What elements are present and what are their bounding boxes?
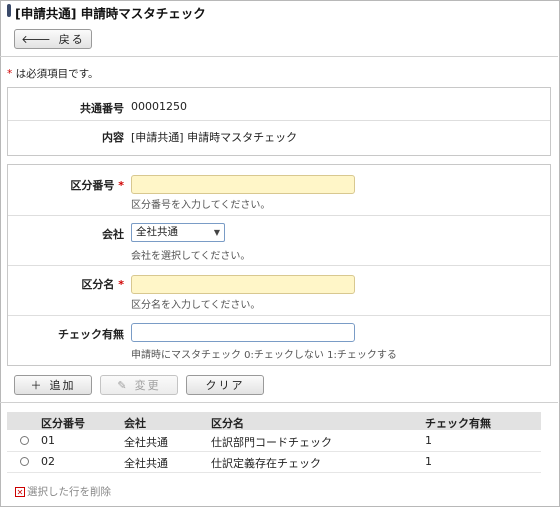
kubun-no-label: 区分番号 * — [70, 177, 124, 193]
check-label: チェック有無 — [58, 328, 124, 341]
row-radio[interactable] — [20, 436, 29, 445]
change-button-label: 変更 — [134, 379, 161, 392]
kubun-no-hint: 区分番号を入力してください。 — [131, 200, 271, 211]
cell-kubun-no: 01 — [41, 434, 55, 447]
header-kubun-no: 区分番号 — [41, 417, 85, 430]
check-hint: 申請時にマスタチェック 0:チェックしない 1:チェックする — [131, 350, 397, 361]
table-row[interactable]: 02 全社共通 仕訳定義存在チェック 1 — [7, 452, 541, 473]
required-note-text: は必須項目です。 — [12, 68, 99, 80]
row-divider — [8, 215, 550, 216]
clear-button-label: クリア — [205, 379, 245, 392]
delete-icon: ✕ — [15, 486, 25, 497]
cell-check: 1 — [425, 434, 432, 447]
info-panel: 共通番号 00001250 内容 [申請共通] 申請時マスタチェック — [7, 87, 551, 156]
plus-icon: ＋ — [30, 379, 42, 392]
id-value: 00001250 — [131, 100, 187, 113]
cell-kubun-no: 02 — [41, 455, 55, 468]
kubun-name-hint: 区分名を入力してください。 — [131, 300, 261, 311]
back-button[interactable]: 🡐 戻る — [14, 29, 92, 49]
id-label: 共通番号 — [80, 102, 124, 115]
kubun-name-label: 区分名 * — [81, 276, 124, 292]
title-marker — [7, 4, 11, 17]
cell-check: 1 — [425, 455, 432, 468]
form-panel: 区分番号 * 区分番号を入力してください。 会社 全社共通 ▼ 会社を選択してく… — [7, 164, 551, 366]
company-select[interactable]: 全社共通 ▼ — [131, 223, 225, 242]
company-select-value: 全社共通 — [136, 226, 178, 238]
header-check: チェック有無 — [425, 417, 491, 430]
list-divider — [0, 402, 558, 403]
check-input[interactable] — [131, 323, 355, 342]
dropdown-arrow-icon: ▼ — [213, 228, 220, 237]
table-row[interactable]: 01 全社共通 仕訳部門コードチェック 1 — [7, 431, 541, 452]
delete-selected-button[interactable]: ✕ 選択した行を削除 — [15, 484, 111, 499]
row-divider — [8, 120, 550, 121]
cell-kubun-name: 仕訳部門コードチェック — [211, 436, 332, 449]
page-title: [申請共通] 申請時マスタチェック — [15, 6, 206, 21]
required-mark: * — [118, 179, 124, 192]
content-value: [申請共通] 申請時マスタチェック — [131, 131, 298, 144]
required-mark: * — [118, 278, 124, 291]
list-header: 区分番号 会社 区分名 チェック有無 — [7, 412, 541, 430]
delete-selected-label: 選択した行を削除 — [27, 486, 111, 498]
required-note: * は必須項目です。 — [7, 66, 99, 81]
change-button[interactable]: ✎ 変更 — [100, 375, 178, 395]
arrow-left-icon: 🡐 — [21, 33, 51, 46]
header-company: 会社 — [124, 417, 146, 430]
title-bar: [申請共通] 申請時マスタチェック — [0, 0, 558, 22]
pencil-icon: ✎ — [117, 378, 127, 392]
header-kubun-name: 区分名 — [211, 417, 244, 430]
company-hint: 会社を選択してください。 — [131, 251, 251, 262]
company-label: 会社 — [102, 228, 124, 241]
kubun-no-label-text: 区分番号 — [70, 179, 115, 192]
content-label: 内容 — [102, 131, 124, 144]
cell-company: 全社共通 — [124, 457, 168, 470]
kubun-name-input[interactable] — [131, 275, 355, 294]
toolbar-divider — [0, 56, 558, 57]
kubun-name-label-text: 区分名 — [81, 278, 115, 291]
row-divider — [8, 315, 550, 316]
add-button-label: 追加 — [49, 379, 76, 392]
clear-button[interactable]: クリア — [186, 375, 264, 395]
add-button[interactable]: ＋ 追加 — [14, 375, 92, 395]
cell-kubun-name: 仕訳定義存在チェック — [211, 457, 321, 470]
row-divider — [8, 265, 550, 266]
row-radio[interactable] — [20, 457, 29, 466]
cell-company: 全社共通 — [124, 436, 168, 449]
kubun-no-input[interactable] — [131, 175, 355, 194]
back-button-label: 戻る — [58, 33, 85, 46]
